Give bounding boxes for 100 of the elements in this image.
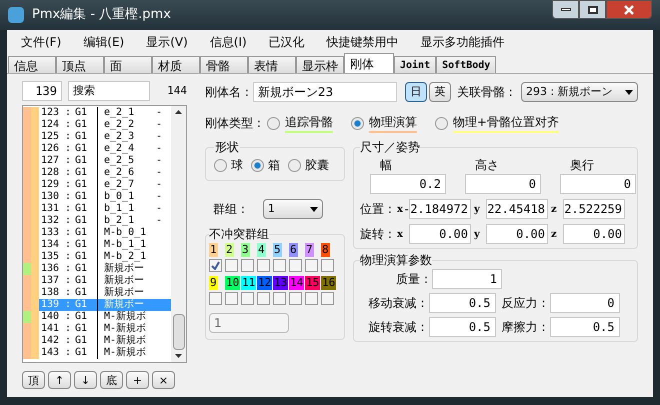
- list-row[interactable]: 130 : G1 b_0_1 -: [23, 191, 171, 203]
- checkbox[interactable]: [305, 292, 318, 305]
- size-field[interactable]: 0: [465, 174, 541, 194]
- list-row[interactable]: 125 : G1 e_2_3 -: [23, 131, 171, 143]
- checkbox[interactable]: [257, 259, 270, 272]
- size-field[interactable]: 0.2: [370, 174, 446, 194]
- list-row[interactable]: 140 : G1 M-新規ボ: [23, 311, 171, 323]
- list-row[interactable]: 131 : G1 b_1_1 -: [23, 203, 171, 215]
- size-field[interactable]: 0: [560, 174, 636, 194]
- menu-item[interactable]: 编辑(E): [83, 33, 124, 51]
- list-row[interactable]: 135 : G1 M-b_2_1: [23, 251, 171, 263]
- group-mask-field[interactable]: 1: [209, 313, 289, 333]
- coordinate-field[interactable]: 22.45418: [486, 199, 548, 219]
- coordinate-field[interactable]: 2.522259: [563, 199, 625, 219]
- checkbox[interactable]: [225, 259, 238, 272]
- list-row[interactable]: 124 : G1 e_2_2 -: [23, 119, 171, 131]
- radio-button[interactable]: [288, 158, 301, 172]
- minimize-button[interactable]: [552, 0, 579, 19]
- checkbox[interactable]: [273, 259, 286, 272]
- menu-item[interactable]: 已汉化: [268, 33, 305, 51]
- list-row[interactable]: 136 : G1 新規ボー: [23, 263, 171, 275]
- tab[interactable]: 骨骼: [200, 56, 248, 73]
- radio-button[interactable]: [251, 158, 264, 172]
- checkbox[interactable]: [305, 259, 318, 272]
- list-row[interactable]: 123 : G1 e_2_1 -: [23, 107, 171, 119]
- check-icon: [211, 261, 220, 270]
- tab[interactable]: SoftBody: [436, 56, 496, 73]
- scroll-thumb[interactable]: [172, 314, 184, 350]
- tab[interactable]: 顶点: [56, 56, 104, 73]
- search-field[interactable]: 搜索: [68, 81, 150, 101]
- bone-dropdown[interactable]: 293 : 新規ボーン: [521, 82, 638, 102]
- checkbox[interactable]: [321, 259, 334, 272]
- param-field[interactable]: 0.5: [428, 317, 496, 337]
- menu-item[interactable]: 显示多功能插件: [420, 33, 505, 51]
- close-button[interactable]: [606, 0, 652, 19]
- index-field[interactable]: 139: [22, 81, 62, 101]
- list-row[interactable]: 127 : G1 e_2_5 -: [23, 155, 171, 167]
- coordinate-field[interactable]: 0.00: [563, 224, 625, 244]
- list-row[interactable]: 138 : G1 新規ボー: [23, 287, 171, 299]
- checkbox[interactable]: [289, 259, 302, 272]
- checkbox[interactable]: [257, 292, 270, 305]
- radio-button[interactable]: [434, 116, 448, 130]
- list-button[interactable]: +: [126, 371, 149, 389]
- scrollbar[interactable]: [171, 106, 186, 362]
- list-row[interactable]: 126 : G1 e_2_4 -: [23, 143, 171, 155]
- list-button[interactable]: 頂: [22, 371, 45, 389]
- checkbox[interactable]: [209, 292, 222, 305]
- coordinate-field[interactable]: 0.00: [409, 224, 471, 244]
- list-row[interactable]: 143 : G1 M-新規ボ: [23, 347, 171, 359]
- checkbox[interactable]: [273, 292, 286, 305]
- list-row[interactable]: 133 : G1 M-b_0_1: [23, 227, 171, 239]
- group-dropdown[interactable]: 1: [262, 199, 323, 219]
- checkbox[interactable]: [209, 259, 222, 272]
- list-button[interactable]: 底: [100, 371, 123, 389]
- param-field[interactable]: 0: [550, 293, 620, 313]
- menu-item[interactable]: 文件(F): [21, 33, 62, 51]
- coordinate-field[interactable]: 0.00: [486, 224, 548, 244]
- language-button[interactable]: 英: [428, 82, 451, 102]
- param-field[interactable]: 0.5: [428, 293, 496, 313]
- tab[interactable]: 表情: [248, 56, 296, 73]
- menu-item[interactable]: 显示(V): [146, 33, 188, 51]
- checkbox[interactable]: [321, 292, 334, 305]
- param-field[interactable]: 0.5: [550, 317, 620, 337]
- field-label: 刚体名 :: [205, 84, 249, 101]
- list-row[interactable]: 141 : G1 M-新規ボ: [23, 323, 171, 335]
- maximize-button[interactable]: [579, 0, 606, 19]
- name-field[interactable]: 新規ボーン23: [252, 82, 397, 102]
- row-name: M-新規ボ: [104, 312, 148, 322]
- row-group: G1: [75, 144, 97, 154]
- tab[interactable]: 材质: [152, 56, 200, 73]
- list-row[interactable]: 142 : G1 M-新規ボ: [23, 335, 171, 347]
- radio-button[interactable]: [350, 116, 364, 130]
- checkbox[interactable]: [225, 292, 238, 305]
- language-button[interactable]: 日: [404, 82, 427, 102]
- mass-field[interactable]: 1: [432, 269, 502, 289]
- row-group: G1: [75, 156, 97, 166]
- list-row[interactable]: 132 : G1 b_2_1 -: [23, 215, 171, 227]
- tab[interactable]: 刚体: [344, 53, 394, 73]
- list-button[interactable]: ↓: [74, 371, 97, 389]
- list-button[interactable]: ×: [152, 371, 175, 389]
- tab[interactable]: 信息: [8, 56, 56, 73]
- row-group: G1: [75, 192, 97, 202]
- list-button[interactable]: ↑: [48, 371, 71, 389]
- row-name: e_2_1: [104, 108, 136, 118]
- radio-button[interactable]: [214, 158, 227, 172]
- checkbox[interactable]: [289, 292, 302, 305]
- tab[interactable]: Joint: [394, 56, 436, 73]
- tab[interactable]: 显示枠: [296, 56, 344, 73]
- row-separator: :: [65, 264, 72, 274]
- checkbox[interactable]: [241, 292, 254, 305]
- radio-label: 物理+骨骼位置对齐: [452, 113, 559, 133]
- menu-item[interactable]: 快捷键禁用中: [326, 33, 399, 51]
- menu-item[interactable]: 信息(I): [210, 33, 247, 51]
- radio-button[interactable]: [266, 116, 280, 130]
- checkbox[interactable]: [241, 259, 254, 272]
- list-row[interactable]: 129 : G1 e_2_7 -: [23, 179, 171, 191]
- tab[interactable]: 面: [104, 56, 152, 73]
- list-row[interactable]: 134 : G1 M-b_1_1: [23, 239, 171, 251]
- list-row[interactable]: 137 : G1 新規ボー: [23, 275, 171, 287]
- list-row[interactable]: 128 : G1 e_2_6 -: [23, 167, 171, 179]
